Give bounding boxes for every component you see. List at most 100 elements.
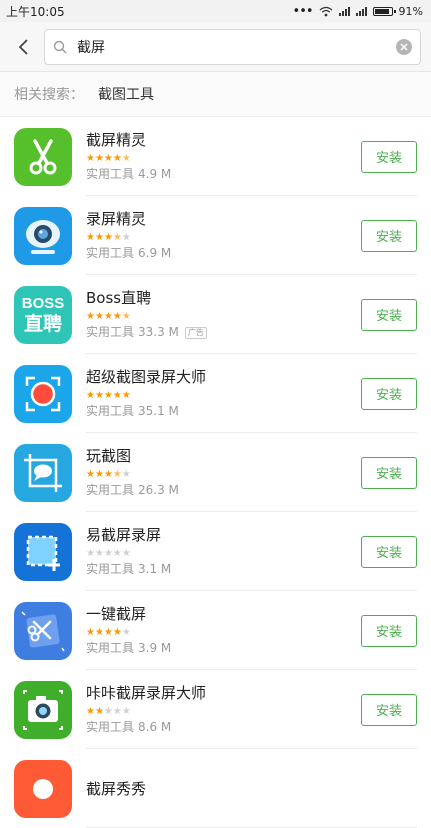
webcam-icon[interactable] — [14, 206, 72, 265]
search-input[interactable] — [75, 37, 396, 56]
app-info: 录屏精灵 ★★★★★ 实用工具 6.9 M — [86, 209, 361, 262]
app-name[interactable]: 截屏秀秀 — [86, 779, 417, 799]
app-size: 35.1 M — [138, 404, 179, 418]
status-icons: ••• 91% — [293, 4, 423, 19]
chevron-left-icon — [18, 38, 28, 55]
app-size: 3.9 M — [138, 641, 172, 655]
status-bar: 上午10:05 ••• 91% — [0, 0, 431, 22]
search-box[interactable] — [44, 28, 421, 65]
camera-icon[interactable] — [14, 680, 72, 739]
app-info: 玩截图 ★★★★★ 实用工具 26.3 M — [86, 446, 361, 499]
app-info: 截屏精灵 ★★★★★ 实用工具 4.9 M — [86, 130, 361, 183]
app-category: 实用工具 — [86, 720, 135, 734]
record-dot-icon[interactable] — [14, 364, 72, 423]
app-size: 6.9 M — [138, 246, 172, 260]
star-rating: ★★★★★ — [86, 627, 131, 638]
close-icon — [400, 42, 408, 51]
app-meta: 实用工具 26.3 M — [86, 482, 361, 499]
install-button[interactable]: 安装 — [361, 219, 417, 252]
boss-logo-icon[interactable]: BOSS 直聘 — [14, 285, 72, 344]
app-list-item[interactable]: 一键截屏 ★★★★★ 实用工具 3.9 M 安装 — [0, 591, 431, 670]
app-category: 实用工具 — [86, 167, 135, 181]
app-info: 一键截屏 ★★★★★ 实用工具 3.9 M — [86, 604, 361, 657]
install-button[interactable]: 安装 — [361, 298, 417, 331]
app-size: 33.3 M — [138, 325, 179, 339]
app-list-item[interactable]: 超级截图录屏大师 ★★★★★ 实用工具 35.1 M 安装 — [0, 354, 431, 433]
app-meta: 实用工具 6.9 M — [86, 245, 361, 262]
app-size: 3.1 M — [138, 562, 172, 576]
crop-chat-icon[interactable] — [14, 443, 72, 502]
app-list-item[interactable]: 易截屏录屏 ★★★★★ 实用工具 3.1 M 安装 — [0, 512, 431, 591]
app-name[interactable]: Boss直聘 — [86, 288, 361, 308]
search-header — [0, 22, 431, 72]
related-searches: 相关搜索： 截图工具 — [0, 72, 431, 117]
install-button[interactable]: 安装 — [361, 614, 417, 647]
app-info: 咔咔截屏录屏大师 ★★★★★ 实用工具 8.6 M — [86, 683, 361, 736]
wifi-icon — [319, 6, 332, 16]
back-button[interactable] — [8, 29, 38, 65]
app-list-item[interactable]: 截屏秀秀 — [0, 749, 431, 828]
more-dots-icon: ••• — [292, 3, 314, 19]
app-name[interactable]: 一键截屏 — [86, 604, 361, 624]
app-info: 截屏秀秀 — [86, 779, 417, 799]
star-rating: ★★★★★ — [86, 311, 131, 322]
battery-percent: 91% — [398, 4, 423, 18]
ad-badge: 广告 — [184, 326, 207, 339]
scissors-icon[interactable] — [14, 127, 72, 186]
app-info: 易截屏录屏 ★★★★★ 实用工具 3.1 M — [86, 525, 361, 578]
scissors-card-icon[interactable] — [14, 601, 72, 660]
install-button[interactable]: 安装 — [361, 456, 417, 489]
star-rating: ★★★★★ — [86, 390, 131, 401]
app-meta: 实用工具 3.1 M — [86, 561, 361, 578]
app-meta: 实用工具 4.9 M — [86, 166, 361, 183]
install-button[interactable]: 安装 — [361, 377, 417, 410]
star-rating: ★★★★★ — [86, 548, 131, 559]
app-meta: 实用工具 35.1 M — [86, 403, 361, 420]
related-label: 相关搜索： — [14, 87, 84, 103]
app-name[interactable]: 玩截图 — [86, 446, 361, 466]
signal-icon-sim2 — [355, 6, 367, 16]
app-size: 8.6 M — [138, 720, 172, 734]
install-button[interactable]: 安装 — [361, 693, 417, 726]
app-list-item[interactable]: 截屏精灵 ★★★★★ 实用工具 4.9 M 安装 — [0, 117, 431, 196]
app-meta: 实用工具 33.3 M 广告 — [86, 324, 361, 341]
signal-icon-sim1 — [338, 6, 350, 16]
app-list-item[interactable]: BOSS 直聘 Boss直聘 ★★★★★ 实用工具 33.3 M 广告 安装 — [0, 275, 431, 354]
install-button[interactable]: 安装 — [361, 140, 417, 173]
app-category: 实用工具 — [86, 325, 135, 339]
app-name[interactable]: 截屏精灵 — [86, 130, 361, 150]
app-info: Boss直聘 ★★★★★ 实用工具 33.3 M 广告 — [86, 288, 361, 341]
battery-icon — [372, 6, 396, 16]
app-size: 4.9 M — [138, 167, 172, 181]
star-rating: ★★★★★ — [86, 232, 131, 243]
app-size: 26.3 M — [138, 483, 179, 497]
app-meta: 实用工具 3.9 M — [86, 640, 361, 657]
app-name[interactable]: 录屏精灵 — [86, 209, 361, 229]
app-category: 实用工具 — [86, 483, 135, 497]
status-time: 上午10:05 — [6, 4, 65, 19]
boss-logo-top: BOSS — [21, 294, 65, 312]
app-category: 实用工具 — [86, 562, 135, 576]
search-icon — [53, 40, 67, 53]
partial-app-icon[interactable] — [14, 759, 72, 818]
app-list-item[interactable]: 玩截图 ★★★★★ 实用工具 26.3 M 安装 — [0, 433, 431, 512]
star-rating: ★★★★★ — [86, 153, 131, 164]
app-info: 超级截图录屏大师 ★★★★★ 实用工具 35.1 M — [86, 367, 361, 420]
selection-frame-icon[interactable] — [14, 522, 72, 581]
app-category: 实用工具 — [86, 641, 135, 655]
app-name[interactable]: 易截屏录屏 — [86, 525, 361, 545]
app-category: 实用工具 — [86, 404, 135, 418]
clear-search-button[interactable] — [396, 38, 412, 55]
app-list: 截屏精灵 ★★★★★ 实用工具 4.9 M 安装 录屏精灵 ★★★★★ 实用工具 6.9 M 安装… — [0, 117, 431, 828]
related-keyword[interactable]: 截图工具 — [98, 84, 154, 104]
boss-logo-bottom: 直聘 — [23, 312, 62, 335]
install-button[interactable]: 安装 — [361, 535, 417, 568]
star-rating: ★★★★★ — [86, 469, 131, 480]
app-list-item[interactable]: 录屏精灵 ★★★★★ 实用工具 6.9 M 安装 — [0, 196, 431, 275]
star-rating: ★★★★★ — [86, 706, 131, 717]
app-category: 实用工具 — [86, 246, 135, 260]
app-list-item[interactable]: 咔咔截屏录屏大师 ★★★★★ 实用工具 8.6 M 安装 — [0, 670, 431, 749]
app-meta: 实用工具 8.6 M — [86, 719, 361, 736]
app-name[interactable]: 超级截图录屏大师 — [86, 367, 361, 387]
app-name[interactable]: 咔咔截屏录屏大师 — [86, 683, 361, 703]
